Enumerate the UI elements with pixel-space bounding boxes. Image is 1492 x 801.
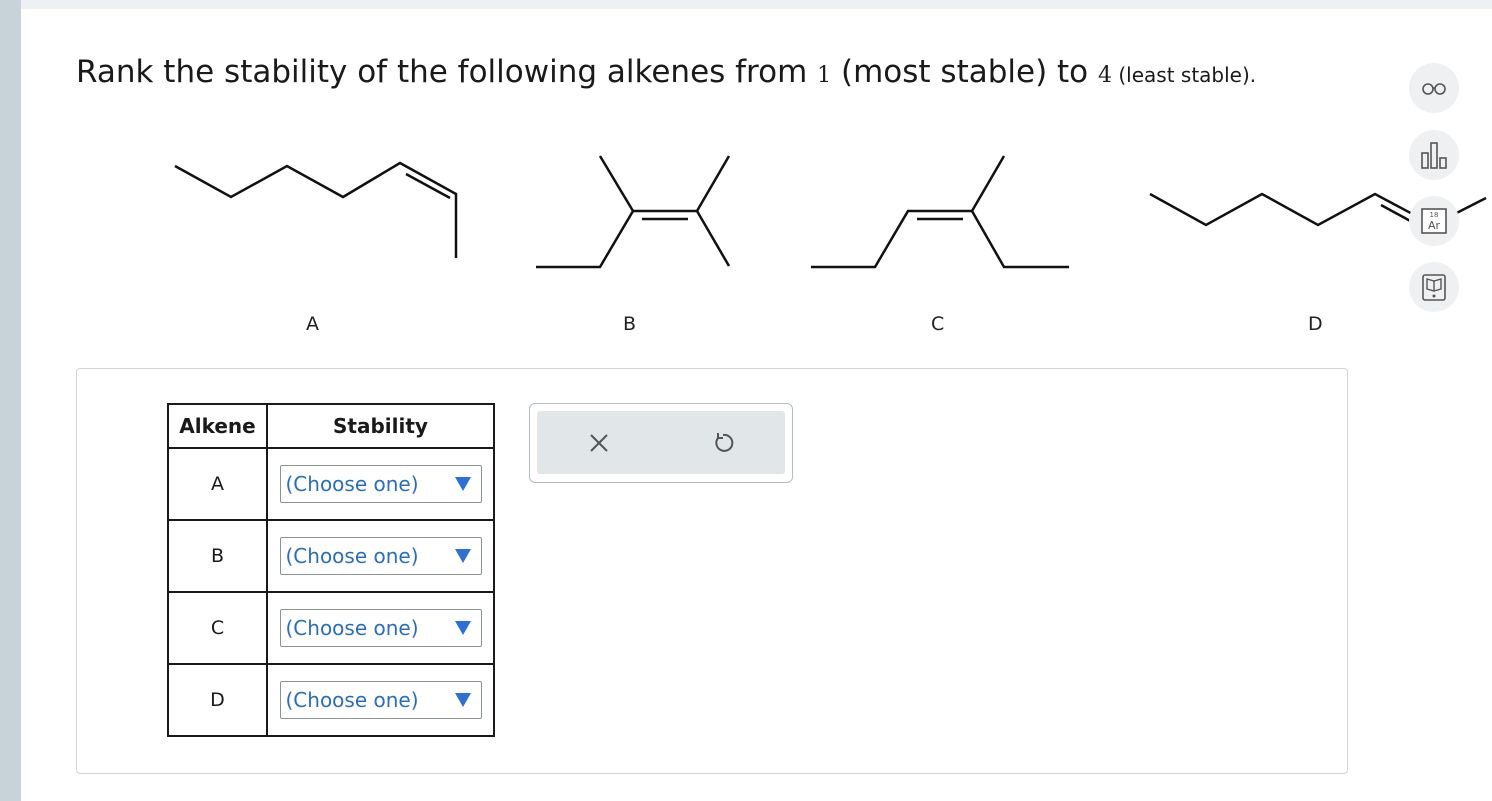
header-alkene: Alkene	[167, 403, 268, 449]
select-value: (Choose one)	[285, 616, 419, 640]
undo-icon	[715, 433, 734, 452]
ranking-table: Alkene Stability A (Choose one) B (Choos…	[167, 403, 495, 737]
row-alkene-label: D	[167, 663, 268, 737]
dropdown-arrow-icon	[454, 477, 471, 491]
alkene-c-label: C	[931, 313, 945, 335]
close-icon	[590, 434, 608, 452]
table-row: D (Choose one)	[167, 663, 495, 737]
undo-button[interactable]	[705, 425, 741, 461]
periodic-table-number: 18	[1430, 211, 1439, 219]
periodic-table-symbol: Ar	[1428, 219, 1441, 232]
action-toolbar-inner	[537, 411, 785, 474]
dropdown-arrow-icon	[454, 693, 471, 707]
data-button[interactable]	[1409, 130, 1459, 180]
alkene-b-structure	[536, 155, 731, 269]
ebook-button[interactable]	[1409, 262, 1459, 312]
glasses-button[interactable]	[1409, 63, 1459, 113]
select-value: (Choose one)	[285, 544, 419, 568]
row-alkene-label: C	[167, 591, 268, 665]
periodic-table-button[interactable]: 18 Ar	[1409, 196, 1459, 246]
dropdown-arrow-icon	[454, 621, 471, 635]
periodic-table-icon: 18 Ar	[1421, 208, 1447, 234]
alkene-a-structure	[174, 161, 458, 258]
row-alkene-label: A	[167, 447, 268, 521]
alkene-d-label: D	[1308, 313, 1323, 335]
row-alkene-label: B	[167, 519, 268, 593]
table-row: B (Choose one)	[167, 519, 495, 593]
table-header-row: Alkene Stability	[167, 403, 495, 449]
alkene-c-structure	[811, 155, 1069, 269]
clear-button[interactable]	[581, 425, 617, 461]
header-stability: Stability	[266, 403, 495, 449]
ebook-icon	[1422, 274, 1446, 301]
glasses-icon	[1422, 83, 1446, 95]
alkene-a-label: A	[306, 313, 319, 335]
select-value: (Choose one)	[285, 688, 419, 712]
dropdown-arrow-icon	[454, 549, 471, 563]
stability-select-c[interactable]: (Choose one)	[279, 609, 482, 647]
action-toolbar	[529, 403, 793, 483]
stability-select-d[interactable]: (Choose one)	[279, 681, 482, 719]
bar-chart-icon	[1421, 142, 1447, 169]
select-value: (Choose one)	[285, 472, 419, 496]
table-row: A (Choose one)	[167, 447, 495, 521]
alkene-b-label: B	[623, 313, 637, 335]
stability-select-a[interactable]: (Choose one)	[279, 465, 482, 503]
stability-select-b[interactable]: (Choose one)	[279, 537, 482, 575]
table-row: C (Choose one)	[167, 591, 495, 665]
